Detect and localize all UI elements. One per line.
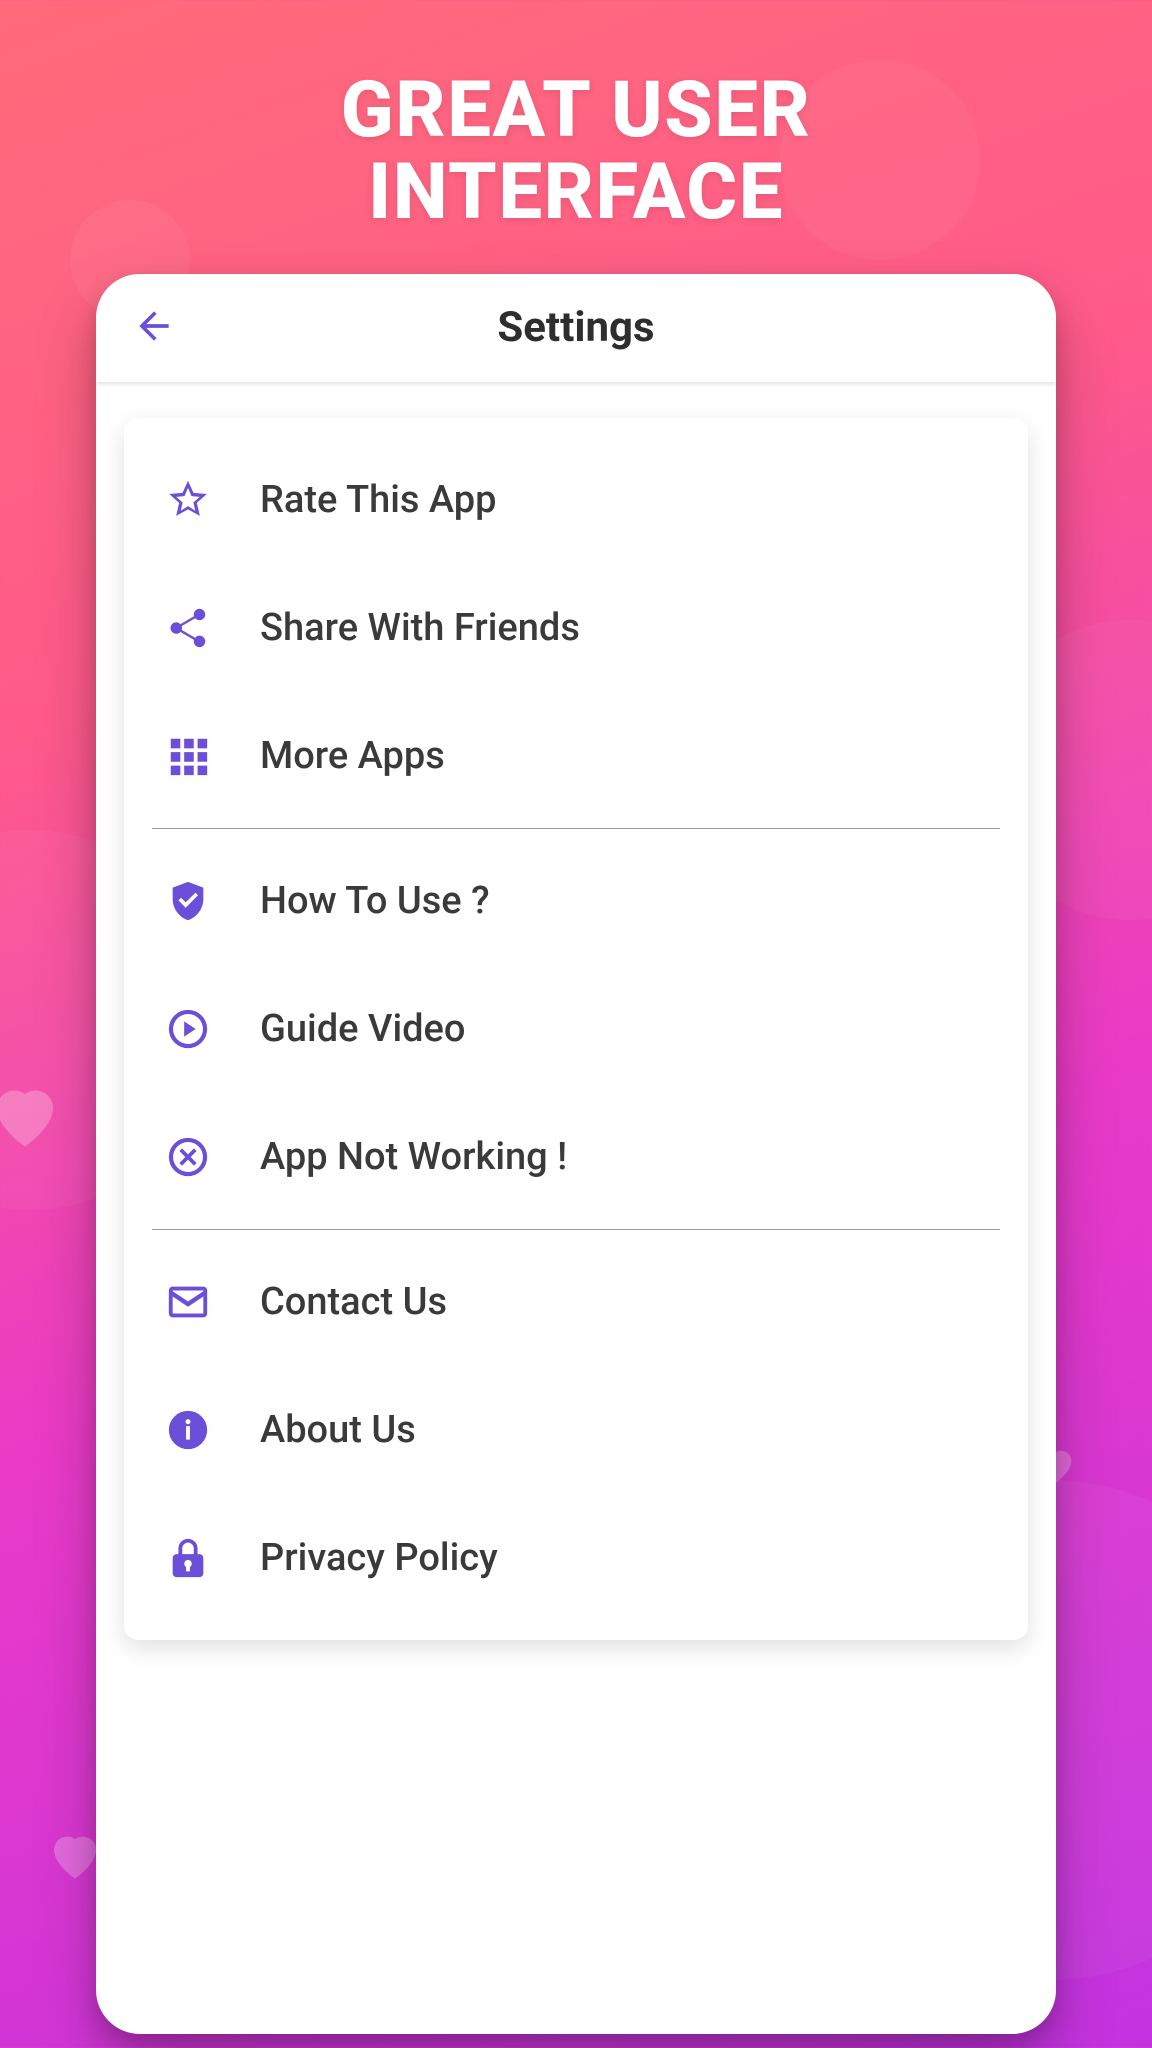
menu-item-share[interactable]: Share With Friends bbox=[124, 564, 1028, 692]
menu-item-how-to-use[interactable]: How To Use ? bbox=[124, 837, 1028, 965]
mail-icon bbox=[160, 1274, 216, 1330]
menu-item-label: App Not Working ! bbox=[260, 1135, 567, 1179]
menu-item-label: Guide Video bbox=[260, 1007, 465, 1051]
share-icon bbox=[160, 600, 216, 656]
page-title: Settings bbox=[124, 303, 1028, 352]
menu-item-label: Rate This App bbox=[260, 478, 497, 522]
settings-panel: Rate This App Share With Friends More Ap… bbox=[124, 418, 1028, 1640]
promo-line-1: GREAT USER bbox=[0, 70, 1152, 152]
lock-icon bbox=[160, 1530, 216, 1586]
menu-item-label: More Apps bbox=[260, 734, 445, 778]
menu-item-rate[interactable]: Rate This App bbox=[124, 436, 1028, 564]
menu-item-label: About Us bbox=[260, 1408, 416, 1452]
divider bbox=[152, 1229, 1000, 1230]
menu-item-app-not-working[interactable]: App Not Working ! bbox=[124, 1093, 1028, 1221]
menu-item-label: Privacy Policy bbox=[260, 1536, 498, 1580]
menu-item-label: How To Use ? bbox=[260, 879, 490, 923]
menu-item-more-apps[interactable]: More Apps bbox=[124, 692, 1028, 820]
shield-check-icon bbox=[160, 873, 216, 929]
menu-item-privacy-policy[interactable]: Privacy Policy bbox=[124, 1494, 1028, 1622]
menu-item-guide-video[interactable]: Guide Video bbox=[124, 965, 1028, 1093]
grid-icon bbox=[160, 728, 216, 784]
divider bbox=[152, 828, 1000, 829]
promo-headline: GREAT USER INTERFACE bbox=[0, 0, 1152, 234]
info-icon bbox=[160, 1402, 216, 1458]
menu-item-about-us[interactable]: About Us bbox=[124, 1366, 1028, 1494]
menu-item-label: Share With Friends bbox=[260, 606, 580, 650]
phone-frame: Settings Rate This App Share With Friend… bbox=[96, 274, 1056, 2034]
app-header: Settings bbox=[96, 274, 1056, 382]
menu-item-contact-us[interactable]: Contact Us bbox=[124, 1238, 1028, 1366]
close-circle-icon bbox=[160, 1129, 216, 1185]
promo-line-2: INTERFACE bbox=[0, 152, 1152, 234]
star-icon bbox=[160, 472, 216, 528]
menu-item-label: Contact Us bbox=[260, 1280, 447, 1324]
play-circle-icon bbox=[160, 1001, 216, 1057]
bg-heart bbox=[0, 1073, 67, 1157]
